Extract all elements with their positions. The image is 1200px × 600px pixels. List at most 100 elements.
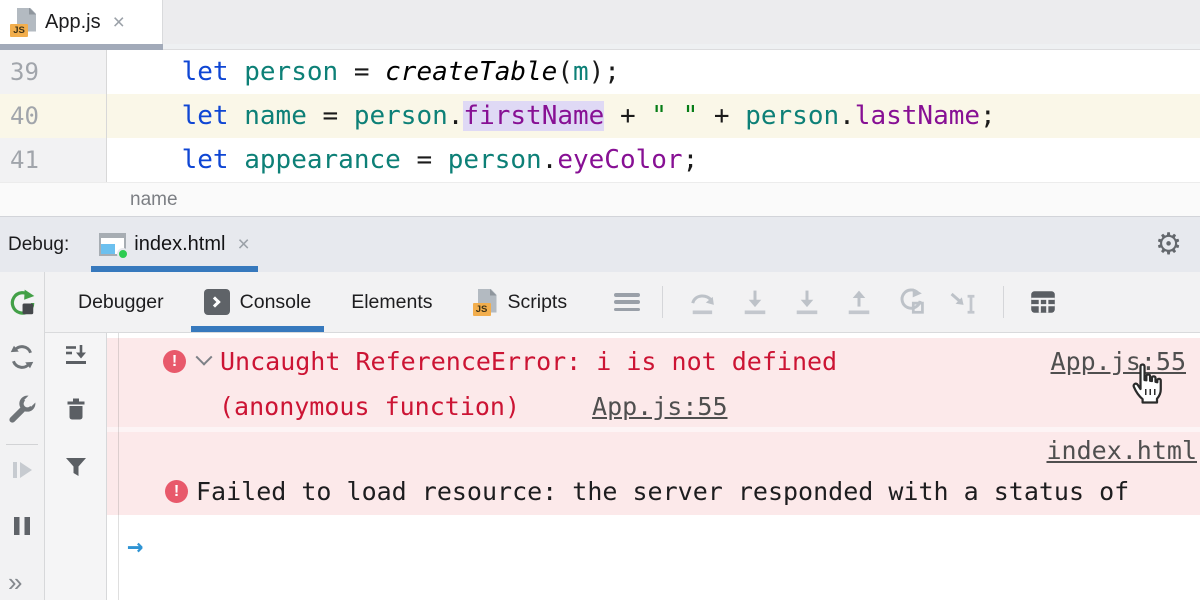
ide-window: JS App.js × 39 let person = createTable(… [0, 0, 1200, 600]
code-token: . [839, 101, 855, 131]
debug-browser-icon [99, 233, 126, 256]
line-number-gutter[interactable]: 39 [0, 50, 107, 94]
error-icon: ! [163, 350, 186, 373]
hamburger-menu-icon[interactable] [614, 293, 640, 311]
layout-grid-icon[interactable] [1028, 287, 1058, 317]
debug-toolwindow-header: Debug: index.html × ⚙ [0, 216, 1200, 272]
step-into-icon[interactable] [739, 286, 771, 318]
console-toolbar [45, 333, 107, 600]
code-token [229, 57, 245, 87]
code-token [119, 57, 182, 87]
tab-label: Elements [351, 291, 432, 314]
close-icon[interactable]: × [113, 12, 125, 33]
tab-debugger[interactable]: Debugger [65, 272, 177, 332]
code-token: m [573, 57, 589, 87]
tab-console[interactable]: Console [191, 272, 325, 332]
tab-label: Scripts [508, 291, 568, 314]
error-message: Uncaught ReferenceError: i is not define… [220, 347, 837, 376]
console-error-block: index.html ! Failed to load resource: th… [107, 432, 1200, 515]
tab-elements[interactable]: Elements [338, 272, 445, 332]
code-token: eyeColor [557, 145, 682, 175]
toolbar-separator [662, 286, 663, 318]
source-link[interactable]: index.html [1046, 436, 1197, 465]
editor-tab-title: App.js [45, 11, 101, 34]
debug-session-tab[interactable]: index.html × [91, 217, 257, 272]
code-token [229, 145, 245, 175]
code-line: 40 let name = person. firstName + " " + p… [0, 94, 1200, 138]
tab-label: Debugger [78, 291, 164, 314]
code-token: ( [557, 57, 573, 87]
code-token: ); [589, 57, 620, 87]
force-step-into-icon[interactable] [791, 286, 823, 318]
editor-tab-appjs[interactable]: JS App.js × [0, 0, 163, 44]
code-token [119, 145, 182, 175]
rerun-icon[interactable] [7, 288, 37, 318]
code-token [119, 101, 182, 131]
resume-icon[interactable] [8, 456, 36, 484]
step-over-icon[interactable] [687, 286, 719, 318]
code-token: person [745, 101, 839, 131]
run-to-cursor-icon[interactable] [895, 286, 927, 318]
filter-icon[interactable] [62, 453, 90, 481]
js-file-icon: JS [473, 289, 498, 316]
code-token [229, 101, 245, 131]
code-token: person [354, 101, 448, 131]
console-gutter-line [118, 333, 119, 600]
code-text[interactable]: let appearance = person.eyeColor; [107, 138, 1200, 182]
code-token: + [698, 101, 745, 131]
console-icon [204, 289, 230, 315]
line-number-gutter[interactable]: 40 [0, 94, 107, 138]
scroll-to-end-icon[interactable] [62, 341, 90, 369]
tab-scripts[interactable]: JS Scripts [460, 272, 581, 332]
close-icon[interactable]: × [237, 234, 249, 255]
code-token: let [182, 101, 229, 131]
code-token: appearance [244, 145, 401, 175]
code-token: person [448, 145, 542, 175]
code-token: firstName [463, 101, 604, 131]
refresh-icon[interactable] [7, 342, 37, 372]
code-editor[interactable]: 39 let person = createTable(m); 40 let n… [0, 50, 1200, 182]
debug-tab-title: index.html [134, 233, 225, 256]
breadcrumb-item[interactable]: name [130, 189, 178, 211]
code-line: 39 let person = createTable(m); [0, 50, 1200, 94]
prompt-arrow-icon: → [127, 533, 143, 560]
code-token: " " [651, 101, 698, 131]
editor-tab-bar: JS App.js × [0, 0, 1200, 44]
step-toolbar [606, 272, 1068, 332]
source-link[interactable]: App.js:55 [592, 392, 727, 421]
code-text[interactable]: let name = person. firstName + " " + pers… [107, 94, 1200, 138]
code-token: let [182, 145, 229, 175]
active-tab-underline [191, 326, 325, 332]
code-token: lastName [855, 101, 980, 131]
wrench-icon[interactable] [7, 394, 37, 424]
breadcrumb-bar: name [0, 182, 1200, 216]
code-line: 41 let appearance = person.eyeColor; [0, 138, 1200, 182]
code-token: person [244, 57, 338, 87]
code-token: = [307, 101, 354, 131]
code-text[interactable]: let person = createTable(m); [107, 50, 1200, 94]
step-into-caret-icon[interactable] [947, 286, 979, 318]
code-token: + [604, 101, 651, 131]
line-number-gutter[interactable]: 41 [0, 138, 107, 182]
code-token: let [182, 57, 229, 87]
debug-label: Debug: [8, 234, 69, 256]
mouse-cursor-hand [1124, 359, 1172, 407]
code-token: = [401, 145, 448, 175]
code-token: . [542, 145, 558, 175]
toolbar-separator [6, 444, 38, 445]
code-token: createTable [385, 57, 557, 87]
chevron-down-icon[interactable] [196, 348, 213, 365]
code-token: = [338, 57, 385, 87]
more-actions-icon[interactable]: » [8, 567, 22, 598]
tab-label: Console [240, 291, 312, 314]
trash-icon[interactable] [62, 395, 90, 423]
console-output[interactable]: ! Uncaught ReferenceError: i is not defi… [107, 333, 1200, 600]
code-token: name [244, 101, 307, 131]
step-out-icon[interactable] [843, 286, 875, 318]
gear-icon[interactable]: ⚙ [1155, 230, 1182, 260]
console-prompt[interactable]: → [107, 531, 1200, 561]
pause-icon[interactable] [8, 512, 36, 540]
stack-frame: (anonymous function) [219, 392, 520, 421]
toolbar-separator [1003, 286, 1004, 318]
code-token: ; [683, 145, 699, 175]
